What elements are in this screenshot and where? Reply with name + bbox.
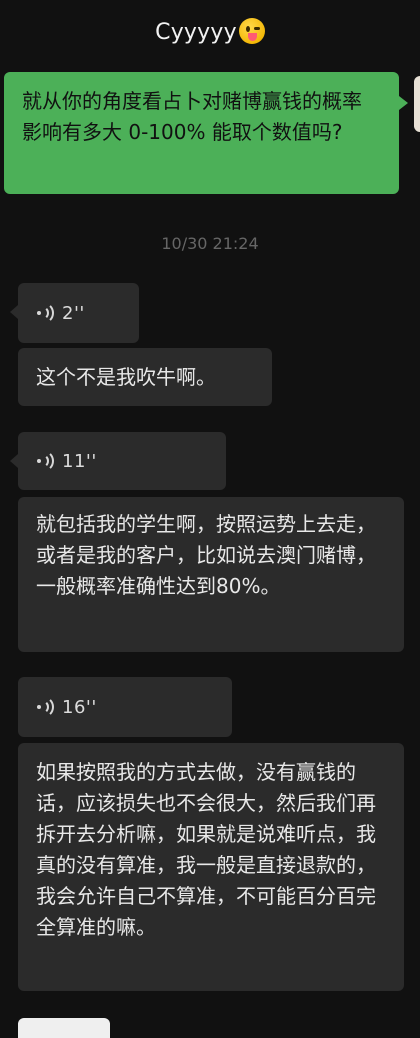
incoming-message-text: 这个不是我吹牛啊。 xyxy=(36,365,216,389)
voice-message[interactable]: 2'' xyxy=(10,283,139,343)
partial-message[interactable] xyxy=(18,1018,110,1038)
chat-header: Cyyyyy xyxy=(0,0,420,62)
incoming-message-text: 就包括我的学生啊，按照运势上去走，或者是我的客户，比如说去澳门赌博，一般概率准确… xyxy=(36,512,376,598)
message-list[interactable]: 就从你的角度看占卜对赌博赢钱的概率 影响有多大 0-100% 能取个数值吗? 1… xyxy=(0,62,420,1038)
outgoing-message[interactable]: 就从你的角度看占卜对赌博赢钱的概率 影响有多大 0-100% 能取个数值吗? xyxy=(4,72,408,194)
voice-wave-icon xyxy=(36,450,54,472)
voice-duration: 2'' xyxy=(62,302,85,324)
voice-wave-icon xyxy=(36,302,54,324)
incoming-message[interactable]: 如果按照我的方式去做，没有赢钱的话，应该损失也不会很大，然后我们再拆开去分析嘛，… xyxy=(18,743,404,991)
incoming-message[interactable]: 就包括我的学生啊，按照运势上去走，或者是我的客户，比如说去澳门赌博，一般概率准确… xyxy=(18,497,404,652)
voice-message[interactable]: 16'' xyxy=(18,677,232,737)
incoming-message-text: 如果按照我的方式去做，没有赢钱的话，应该损失也不会很大，然后我们再拆开去分析嘛，… xyxy=(36,760,376,939)
voice-wave-icon xyxy=(36,696,54,718)
voice-duration: 16'' xyxy=(62,696,97,718)
incoming-message[interactable]: 这个不是我吹牛啊。 xyxy=(18,348,272,406)
voice-message[interactable]: 11'' xyxy=(10,432,226,490)
voice-duration: 11'' xyxy=(62,450,97,472)
tongue-out-emoji-icon xyxy=(238,18,265,44)
outgoing-message-text: 就从你的角度看占卜对赌博赢钱的概率 影响有多大 0-100% 能取个数值吗? xyxy=(22,89,362,144)
message-timestamp: 10/30 21:24 xyxy=(161,234,259,253)
contact-name: Cyyyyy xyxy=(155,20,237,45)
chat-title[interactable]: Cyyyyy xyxy=(0,18,420,45)
avatar[interactable] xyxy=(414,76,420,132)
